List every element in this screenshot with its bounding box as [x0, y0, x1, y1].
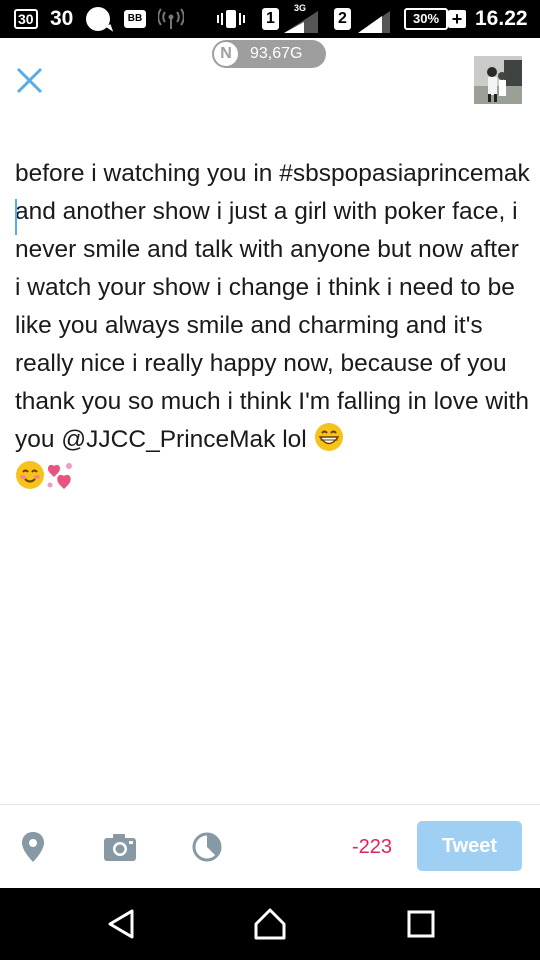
recents-icon	[407, 910, 435, 938]
tweet-text: before i watching you in #sbspopasiaprin…	[15, 160, 537, 453]
chat-bubble-icon	[86, 0, 110, 38]
home-button[interactable]	[252, 906, 288, 942]
tweet-compose-input[interactable]: before i watching you in #sbspopasiaprin…	[15, 155, 530, 497]
close-icon	[16, 67, 43, 94]
grinning-face-emoji	[314, 422, 344, 452]
tweet-button[interactable]: Tweet	[417, 821, 522, 871]
system-navigation-bar	[0, 888, 540, 960]
location-pin-icon	[22, 832, 44, 862]
data-usage-pill: N 93,67G	[212, 40, 326, 68]
recents-button[interactable]	[403, 906, 439, 942]
pie-chart-icon	[192, 832, 222, 862]
battery-icon: 30%	[404, 0, 452, 38]
home-icon	[254, 908, 286, 940]
data-usage-label: 93,67G	[250, 45, 303, 62]
camera-icon	[104, 834, 136, 861]
sim1-badge: 1	[262, 0, 279, 38]
notification-badge: 30	[14, 0, 38, 38]
two-hearts-emoji	[45, 460, 75, 490]
camera-button[interactable]	[102, 829, 138, 865]
avatar[interactable]	[474, 56, 522, 104]
signal-sim1-icon: 3G	[282, 0, 320, 38]
back-button[interactable]	[104, 906, 140, 942]
compose-toolbar: -223 Tweet	[0, 804, 540, 889]
back-icon	[108, 909, 134, 939]
location-button[interactable]	[15, 829, 51, 865]
notification-badge-label: 30	[14, 9, 38, 29]
tweet-compose-screen: 30 30 BB 1 3G 2 30% + 16.22 N 93,67G bef…	[0, 0, 540, 960]
battery-level: 30%	[404, 8, 452, 30]
close-button[interactable]	[14, 64, 46, 96]
character-counter: -223	[352, 836, 393, 858]
sim2-badge: 2	[334, 0, 351, 38]
smiling-face-emoji	[15, 460, 45, 490]
status-bar: 30 30 BB 1 3G 2 30% + 16.22	[0, 0, 540, 38]
wifi-hotspot-icon	[158, 0, 184, 38]
signal-sim2-icon	[356, 0, 392, 38]
charging-plus-icon: +	[448, 0, 466, 38]
notification-count: 30	[50, 7, 74, 30]
bbm-icon: BB	[124, 0, 146, 38]
data-meter-icon: N	[214, 42, 238, 66]
avatar-photo	[474, 56, 522, 104]
vibrate-icon	[216, 0, 246, 38]
text-cursor	[15, 199, 17, 235]
network-type-label: 3G	[294, 3, 307, 13]
poll-button[interactable]	[189, 829, 225, 865]
clock: 16.22	[475, 7, 528, 30]
